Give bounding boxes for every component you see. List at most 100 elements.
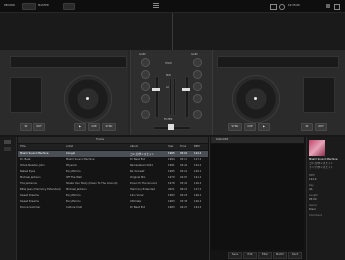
row-artist: Michael Jackson — [66, 188, 87, 191]
deck-left-in-button[interactable]: IN — [20, 123, 32, 131]
deck-right-play-button[interactable]: ▶ — [258, 123, 270, 131]
row-year: 1983 — [168, 200, 175, 203]
deck-right-jog-wheel[interactable] — [232, 75, 280, 123]
mixer-gain-a-knob[interactable] — [141, 58, 150, 67]
row-artist: Shake Your Body (Down To The Ground) — [66, 182, 118, 185]
mixer-filter-a-knob[interactable] — [141, 110, 150, 119]
info-genre: Disco — [309, 208, 317, 211]
top-menu-b[interactable] — [63, 3, 75, 10]
deck-left-play-button[interactable]: ▶ — [74, 123, 86, 131]
album-art — [309, 140, 325, 156]
row-artist: Eurythmics — [66, 200, 81, 203]
column-artist[interactable]: Artist — [66, 145, 73, 148]
deck-button[interactable]: Deck — [288, 252, 302, 259]
column-album[interactable]: Album — [130, 145, 138, 148]
row-album: コンガ/ダンスヒット — [130, 153, 155, 156]
maximize-icon[interactable] — [334, 4, 340, 10]
record-label[interactable]: RECORD — [4, 4, 15, 7]
row-year: 1981 — [168, 164, 175, 167]
column-year[interactable]: Year — [168, 145, 174, 148]
row-bpm: 124.0 — [194, 206, 202, 209]
mixer-mid-b-knob[interactable] — [193, 82, 202, 91]
deck-right-pads[interactable] — [303, 77, 335, 113]
row-year: 1978 — [168, 182, 175, 185]
row-time: 03:49 — [180, 164, 188, 167]
row-time: 03:44 — [180, 182, 188, 185]
row-album: Dr Beat Ext — [130, 206, 145, 209]
match-button[interactable]: Match — [273, 252, 287, 259]
row-year: 1985 — [168, 152, 175, 155]
mixer-high-label: HIGH — [165, 62, 172, 65]
mixer-gain-a-label: GAIN — [139, 53, 146, 56]
browser-sidebar — [0, 137, 17, 260]
row-title: Miami Sound Machine — [20, 152, 49, 155]
mixer-channel-fader-b[interactable] — [185, 76, 189, 118]
row-artist: Off The Wall — [66, 176, 82, 179]
mixer-gain-b-knob[interactable] — [193, 58, 202, 67]
row-bpm: 117.0 — [194, 158, 202, 161]
browser-header-bar: Tracks — [18, 137, 208, 143]
row-artist: Culture Club — [66, 206, 83, 209]
table-row[interactable]: Donna Summer Culture Club Dr Beat Ext 19… — [18, 205, 208, 211]
info-genre-label: Genre — [309, 204, 317, 207]
column-title[interactable]: Title — [20, 145, 26, 148]
playlist-icon[interactable] — [4, 147, 11, 151]
row-album: Down To The Ground — [130, 182, 157, 185]
deck-right-out-button[interactable]: OUT — [315, 123, 327, 131]
mixer-low-b-knob[interactable] — [193, 94, 202, 103]
folder-icon[interactable] — [4, 140, 11, 144]
jog-center-dot — [254, 97, 257, 100]
browser: Tracks Title Artist Album Year Time BPM … — [0, 137, 345, 260]
mixer-fader-b-handle[interactable] — [182, 88, 190, 91]
column-time[interactable]: Time — [180, 145, 186, 148]
row-year: 1979 — [168, 176, 175, 179]
filter-button[interactable]: Filter — [258, 252, 272, 259]
edit-button[interactable]: Edit — [243, 252, 257, 259]
deck-left-sync-button[interactable]: SYNC — [102, 123, 116, 131]
deck-right: SYNC CUE ▶ IN OUT — [213, 50, 345, 135]
row-time: 03:36 — [180, 200, 188, 203]
row-artist: Conga! — [66, 152, 76, 155]
deck-left-out-button[interactable]: OUT — [33, 123, 45, 131]
deck-left-pads[interactable] — [10, 77, 42, 113]
minimize-icon[interactable] — [326, 4, 330, 8]
top-menu-a-label[interactable]: MASTER — [38, 4, 49, 7]
deck-left-jog-wheel[interactable] — [64, 75, 112, 123]
row-bpm: 120.0 — [194, 170, 202, 173]
row-album: Harmony Extended — [130, 188, 155, 191]
mixer-high-b-knob[interactable] — [193, 70, 202, 79]
mixer-channel-fader-a[interactable] — [155, 76, 159, 118]
mixer-high-a-knob[interactable] — [141, 70, 150, 79]
layout-icon[interactable] — [270, 4, 277, 10]
deck-right-in-button[interactable]: IN — [301, 123, 313, 131]
row-album: Be Yourself — [130, 170, 145, 173]
menu-icon[interactable] — [153, 3, 159, 4]
mixer-low-a-knob[interactable] — [141, 94, 150, 103]
deck-left-cue-button[interactable]: CUE — [88, 123, 100, 131]
mixer-fader-a-handle[interactable] — [152, 88, 160, 91]
browser-divider — [209, 137, 210, 260]
row-artist: Eurythmics — [66, 194, 81, 197]
deck-right-cue-button[interactable]: CUE — [244, 123, 256, 131]
mixer-mid-a-knob[interactable] — [141, 82, 150, 91]
column-bpm[interactable]: BPM — [194, 145, 200, 148]
waveform-center-line — [172, 13, 173, 50]
row-time: 04:23 — [180, 206, 188, 209]
mixer-vu-meter-b — [173, 78, 176, 116]
deck-right-sync-button[interactable]: SYNC — [228, 123, 242, 131]
row-album: Remastered 2021 — [130, 164, 154, 167]
info-album-jp: ライブ/ダンスヒット — [309, 166, 334, 169]
info-key: 4A — [309, 188, 313, 191]
row-album: 12in Vocal — [130, 194, 144, 197]
save-button[interactable]: Save — [228, 252, 242, 259]
info-bpm: 124.0 — [309, 178, 317, 181]
settings-icon[interactable] — [279, 4, 285, 10]
row-year: 1983 — [168, 206, 175, 209]
row-bpm: 124.0 — [194, 164, 202, 167]
info-length-label: Length — [309, 194, 318, 197]
top-menu-a[interactable] — [22, 3, 36, 10]
mixer-filter-b-knob[interactable] — [193, 110, 202, 119]
info-title-jp: コンガ/ダンスヒット — [309, 162, 334, 165]
karaoke-panel — [211, 144, 304, 250]
crossfader-handle[interactable] — [168, 124, 174, 130]
